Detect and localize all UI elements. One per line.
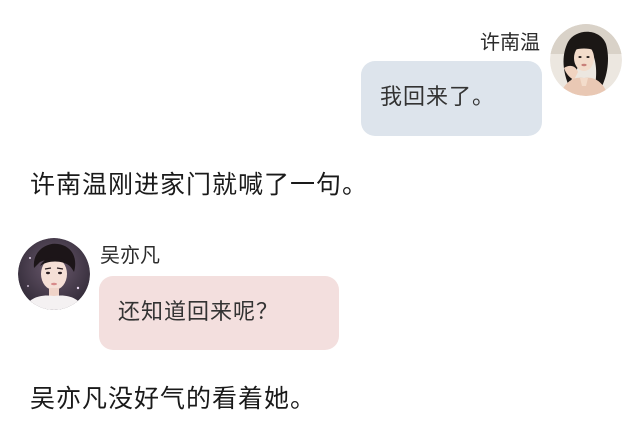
chat-story-screen: 许南温 我回来了。 许南温刚进家门就喊了一句。 吴亦凡 还知道回来呢？ 吴亦凡没… bbox=[0, 0, 640, 427]
sender-name: 吴亦凡 bbox=[100, 243, 160, 267]
narration-text: 吴亦凡没好气的看着她。 bbox=[30, 384, 317, 413]
message-bubble[interactable]: 我回来了。 bbox=[361, 61, 542, 136]
sender-name: 许南温 bbox=[480, 30, 540, 54]
message-bubble[interactable]: 还知道回来呢？ bbox=[99, 276, 339, 350]
female-avatar-photo bbox=[550, 24, 622, 96]
female-avatar-icon[interactable] bbox=[550, 24, 622, 96]
male-avatar-photo bbox=[18, 238, 90, 310]
male-avatar-icon[interactable] bbox=[18, 238, 90, 310]
narration-text: 许南温刚进家门就喊了一句。 bbox=[30, 170, 369, 199]
